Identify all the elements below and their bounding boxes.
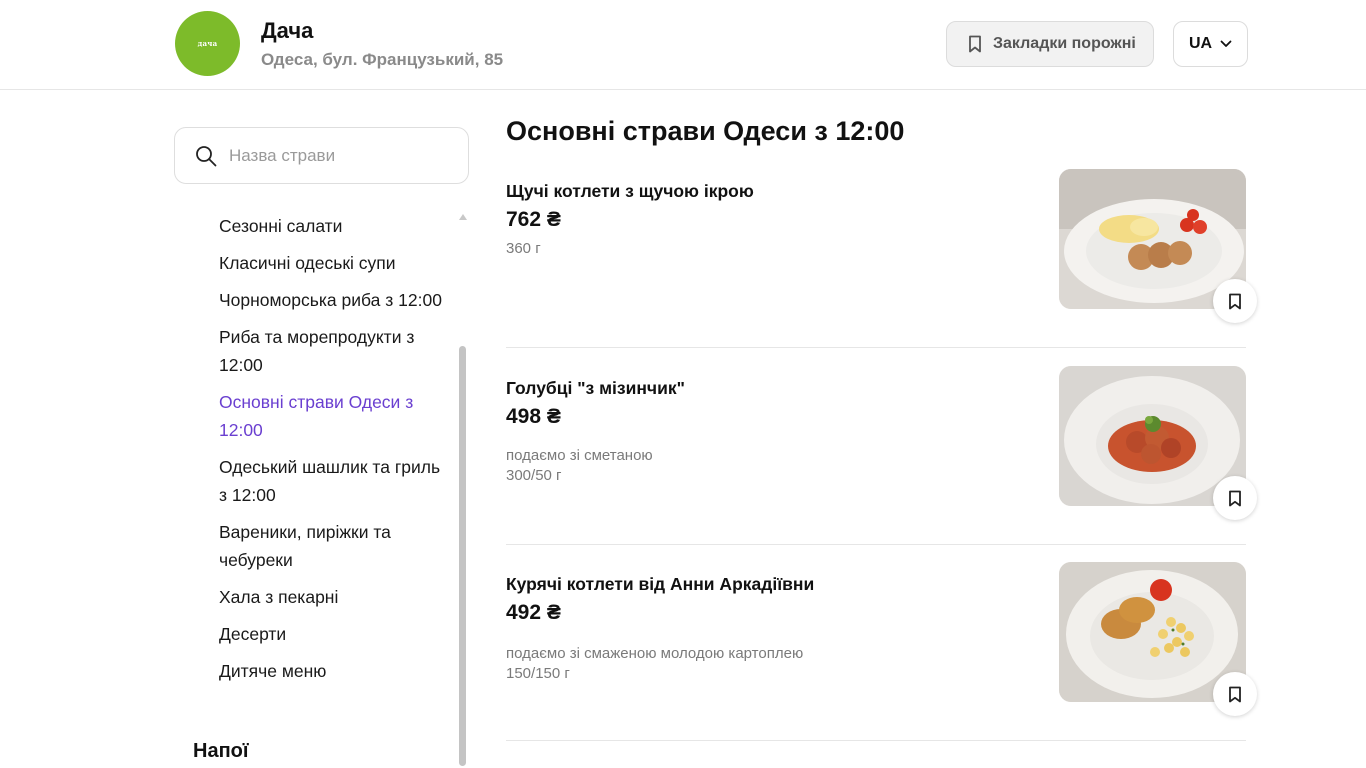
- dish-description: подаємо зі сметаною: [506, 447, 653, 464]
- dish-name: Курячі котлети від Анни Аркадіївни: [506, 574, 815, 594]
- dish-bookmark-button[interactable]: [1213, 672, 1257, 716]
- search-box[interactable]: [174, 127, 469, 184]
- dish-description: подаємо зі смаженою молодою картоплею: [506, 645, 804, 662]
- logo-text: дача: [197, 39, 218, 48]
- header: дача Дача Одеса, бул. Французький, 85 За…: [0, 0, 1366, 90]
- scroll-up-arrow[interactable]: [459, 214, 467, 220]
- category-item[interactable]: Дитяче меню: [219, 657, 449, 685]
- category-item[interactable]: Десерти: [219, 620, 449, 648]
- category-item[interactable]: Хала з пекарні: [219, 583, 449, 611]
- dish-bookmark-button[interactable]: [1213, 476, 1257, 520]
- bookmark-icon: [1229, 686, 1241, 702]
- divider: [506, 740, 1246, 741]
- category-item[interactable]: Класичні одеські супи: [219, 249, 449, 277]
- language-label: UA: [1188, 35, 1213, 52]
- dish-name: Голубці "з мізинчик": [506, 378, 685, 398]
- bookmark-icon: [969, 35, 981, 53]
- dish-card[interactable]: Голубці "з мізинчик" 498 ₴ подаємо зі см…: [506, 366, 1257, 545]
- category-item-active[interactable]: Основні страви Одеси з 12:00: [219, 388, 449, 444]
- bookmarks-label: Закладки порожні: [993, 35, 1136, 52]
- dish-card[interactable]: Щучі котлети з щучою ікрою 762 ₴ 360 г: [506, 169, 1257, 348]
- dish-weight: 150/150 г: [506, 665, 570, 682]
- dish-weight: 360 г: [506, 240, 541, 257]
- restaurant-name: Дача: [261, 18, 314, 43]
- category-list: Сезонні салати Класичні одеські супи Чор…: [219, 212, 449, 694]
- language-selector[interactable]: UA: [1173, 21, 1248, 67]
- bookmark-icon: [1229, 490, 1241, 506]
- search-input[interactable]: [229, 145, 429, 166]
- dish-card[interactable]: Курячі котлети від Анни Аркадіївни 492 ₴…: [506, 562, 1257, 741]
- search-icon: [196, 145, 217, 166]
- category-item[interactable]: Риба та морепродукти з 12:00: [219, 323, 449, 379]
- dish-weight: 300/50 г: [506, 467, 562, 484]
- dish-price: 492 ₴: [506, 601, 561, 624]
- divider: [506, 347, 1246, 348]
- divider: [506, 544, 1246, 545]
- category-item[interactable]: Одеський шашлик та гриль з 12:00: [219, 453, 449, 509]
- restaurant-logo[interactable]: дача: [175, 11, 240, 76]
- section-heading-drinks[interactable]: Напої: [193, 740, 249, 763]
- dish-name: Щучі котлети з щучою ікрою: [506, 181, 754, 201]
- bookmark-icon: [1229, 293, 1241, 309]
- category-item[interactable]: Сезонні салати: [219, 212, 449, 240]
- category-item[interactable]: Вареники, пиріжки та чебуреки: [219, 518, 449, 574]
- chevron-down-icon: [1220, 40, 1232, 47]
- sidebar-scrollbar[interactable]: [459, 346, 466, 766]
- bookmarks-button[interactable]: Закладки порожні: [946, 21, 1154, 67]
- dish-price: 498 ₴: [506, 405, 561, 428]
- category-item[interactable]: Чорноморська риба з 12:00: [219, 286, 449, 314]
- restaurant-address: Одеса, бул. Французький, 85: [261, 50, 504, 69]
- dish-bookmark-button[interactable]: [1213, 279, 1257, 323]
- dish-price: 762 ₴: [506, 208, 561, 231]
- page-title: Основні страви Одеси з 12:00: [506, 116, 905, 146]
